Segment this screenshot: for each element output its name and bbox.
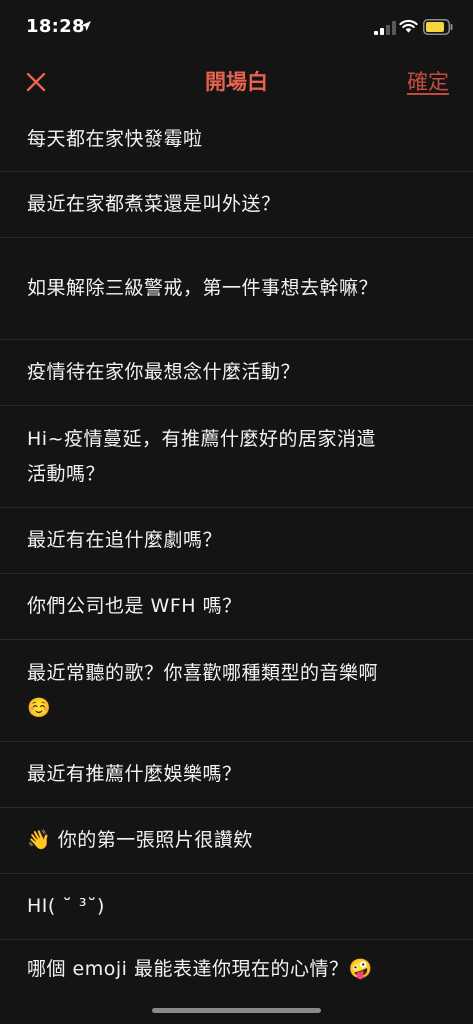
- list-item[interactable]: 如果解除三級警戒，第一件事想去幹嘛？: [0, 238, 473, 340]
- list-item[interactable]: 最近有推薦什麼娛樂嗎？: [0, 742, 473, 808]
- list-item[interactable]: 疫情待在家你最想念什麼活動？: [0, 340, 473, 406]
- list-item[interactable]: 你們公司也是 WFH 嗎？: [0, 574, 473, 640]
- status-time: 18:28: [26, 16, 85, 37]
- wifi-icon: [399, 19, 418, 33]
- list-item[interactable]: HI( ˘ ³˘): [0, 874, 473, 940]
- location-arrow-icon: [81, 21, 91, 31]
- list-item[interactable]: 哪個 emoji 最能表達你現在的心情？🤪: [0, 940, 473, 988]
- list-item[interactable]: 每天都在家快發霉啦: [0, 108, 473, 172]
- list-item[interactable]: 最近常聽的歌？你喜歡哪種類型的音樂啊☺️: [0, 640, 473, 742]
- opener-list: 每天都在家快發霉啦 最近在家都煮菜還是叫外送？ 如果解除三級警戒，第一件事想去幹…: [0, 108, 473, 988]
- cellular-signal-icon: [374, 21, 396, 35]
- confirm-button[interactable]: 確定: [407, 66, 449, 96]
- home-indicator[interactable]: [152, 1008, 321, 1013]
- list-item[interactable]: Hi~疫情蔓延，有推薦什麼好的居家消遣活動嗎？: [0, 406, 473, 508]
- page-title: 開場白: [205, 70, 268, 94]
- status-bar: 18:28: [0, 0, 473, 58]
- list-item[interactable]: 最近在家都煮菜還是叫外送？: [0, 172, 473, 238]
- list-item[interactable]: 👋 你的第一張照片很讚欸: [0, 808, 473, 874]
- list-item[interactable]: 最近有在追什麼劇嗎？: [0, 508, 473, 574]
- battery-icon: [423, 19, 453, 35]
- nav-bar: 開場白 確定: [0, 58, 473, 108]
